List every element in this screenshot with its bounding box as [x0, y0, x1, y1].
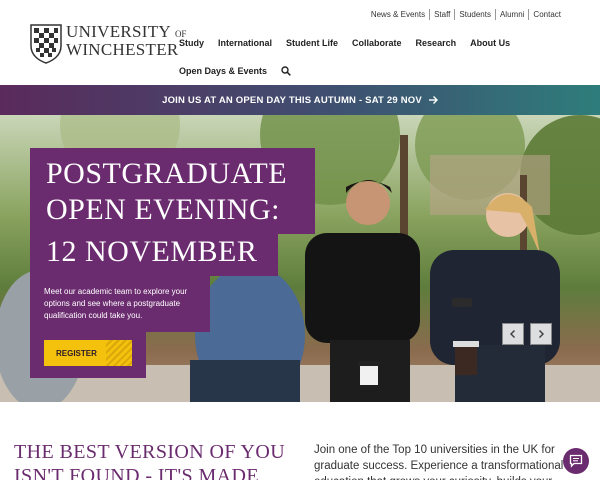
chat-icon — [569, 454, 583, 468]
nav-item-about-us[interactable]: About Us — [470, 38, 510, 48]
chevron-left-icon — [509, 329, 516, 339]
utility-link-staff[interactable]: Staff — [429, 9, 454, 20]
register-button-label: REGISTER — [56, 348, 97, 358]
nav-item-international[interactable]: International — [218, 38, 272, 48]
hero-title-line3: 12 NOVEMBER — [30, 234, 278, 276]
intro-section: THE BEST VERSION OF YOU ISN'T FOUND - IT… — [0, 402, 600, 480]
banner-text: JOIN US AT AN OPEN DAY THIS AUTUMN - SAT… — [162, 94, 422, 106]
hero-title-line1: POSTGRADUATE — [46, 157, 288, 190]
utility-link-alumni[interactable]: Alumni — [494, 9, 528, 20]
carousel-next-button[interactable] — [530, 323, 552, 345]
sub-nav: Open Days & Events — [179, 66, 291, 76]
carousel-controls — [496, 323, 552, 345]
hero-title-block: POSTGRADUATE OPEN EVENING: — [30, 148, 315, 234]
intro-heading: THE BEST VERSION OF YOU ISN'T FOUND - IT… — [14, 441, 286, 480]
hero-cta-container: REGISTER — [30, 332, 146, 378]
logo-line1: UNIVERSITY — [66, 22, 171, 41]
utility-link-contact[interactable]: Contact — [528, 9, 565, 20]
nav-item-collaborate[interactable]: Collaborate — [352, 38, 402, 48]
carousel-prev-button[interactable] — [502, 323, 524, 345]
utility-nav: News & Events Staff Students Alumni Cont… — [367, 9, 565, 20]
logo-line2: WINCHESTER — [66, 40, 179, 59]
utility-link-students[interactable]: Students — [454, 9, 495, 20]
hero-carousel: POSTGRADUATE OPEN EVENING: 12 NOVEMBER M… — [0, 115, 600, 402]
register-button[interactable]: REGISTER — [44, 340, 132, 366]
arrow-right-icon — [428, 96, 438, 104]
nav-item-open-days-events[interactable]: Open Days & Events — [179, 66, 267, 76]
hero-promo-card: POSTGRADUATE OPEN EVENING: 12 NOVEMBER M… — [30, 148, 315, 378]
chat-button[interactable] — [563, 448, 589, 474]
nav-item-student-life[interactable]: Student Life — [286, 38, 338, 48]
register-button-pattern — [106, 340, 132, 366]
search-icon[interactable] — [281, 66, 291, 76]
hero-body-text: Meet our academic team to explore your o… — [30, 276, 210, 332]
crest-icon — [30, 24, 62, 64]
site-header: UNIVERSITY OF WINCHESTER News & Events S… — [0, 0, 600, 85]
university-logo[interactable]: UNIVERSITY OF WINCHESTER — [30, 22, 186, 64]
chevron-right-icon — [538, 329, 545, 339]
utility-link-news-events[interactable]: News & Events — [367, 9, 429, 20]
nav-item-study[interactable]: Study — [179, 38, 204, 48]
open-day-banner[interactable]: JOIN US AT AN OPEN DAY THIS AUTUMN - SAT… — [0, 85, 600, 115]
hero-title-line2: OPEN EVENING: — [46, 193, 280, 226]
main-nav: Study International Student Life Collabo… — [179, 38, 524, 48]
nav-item-research[interactable]: Research — [416, 38, 457, 48]
intro-text: Join one of the Top 10 universities in t… — [314, 444, 564, 480]
